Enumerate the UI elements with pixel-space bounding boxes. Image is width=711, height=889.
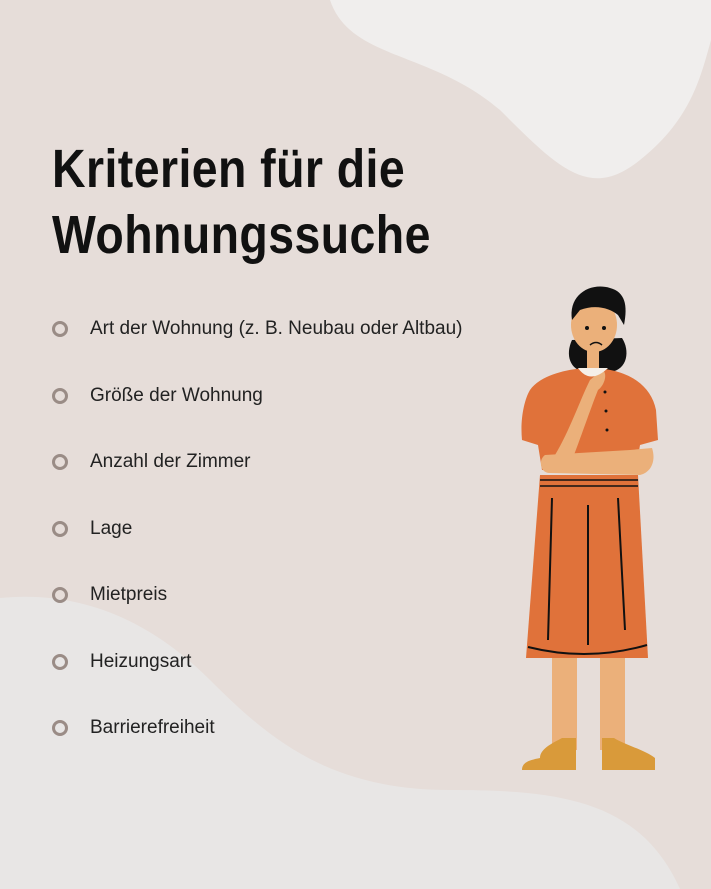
list-item-label: Lage xyxy=(90,517,133,539)
circle-bullet-icon xyxy=(52,520,68,537)
page-title: Kriterien für die Wohnungssuche xyxy=(52,136,431,268)
list-item-label: Art der Wohnung (z. B. Neubau oder Altba… xyxy=(90,318,463,339)
circle-bullet-icon xyxy=(52,587,68,603)
right-shoe xyxy=(602,738,655,770)
left-eye xyxy=(585,326,589,330)
dress-button xyxy=(605,428,609,432)
title-line-2: Wohnungssuche xyxy=(52,205,431,265)
criteria-list: Art der Wohnung (z. B. Neubau oder Altba… xyxy=(52,316,462,782)
list-item: Größe der Wohnung xyxy=(52,383,462,450)
left-shoe xyxy=(522,738,576,770)
left-leg xyxy=(552,655,577,750)
list-item-label: Barrierefreiheit xyxy=(90,717,215,738)
list-item: Lage xyxy=(52,516,462,583)
thinking-woman-illustration xyxy=(521,286,658,770)
list-item-label: Größe der Wohnung xyxy=(90,384,263,406)
list-item-label: Anzahl der Zimmer xyxy=(90,451,251,472)
right-eye xyxy=(602,326,606,330)
circle-bullet-icon xyxy=(52,321,68,337)
list-item: Heizungsart xyxy=(52,649,462,716)
dress-button xyxy=(604,409,608,413)
title-line-1: Kriterien für die xyxy=(52,139,406,199)
list-item: Mietpreis xyxy=(52,582,462,649)
neck xyxy=(587,350,599,368)
circle-bullet-icon xyxy=(52,454,68,470)
circle-bullet-icon xyxy=(52,387,68,404)
list-item: Barrierefreiheit xyxy=(52,715,462,782)
list-item: Art der Wohnung (z. B. Neubau oder Altba… xyxy=(52,316,462,383)
list-item-label: Mietpreis xyxy=(90,584,168,605)
circle-bullet-icon xyxy=(52,720,68,736)
circle-bullet-icon xyxy=(52,653,68,670)
right-leg xyxy=(600,655,625,750)
dress-button xyxy=(603,390,607,394)
list-item: Anzahl der Zimmer xyxy=(52,449,462,516)
list-item-label: Heizungsart xyxy=(90,650,192,672)
